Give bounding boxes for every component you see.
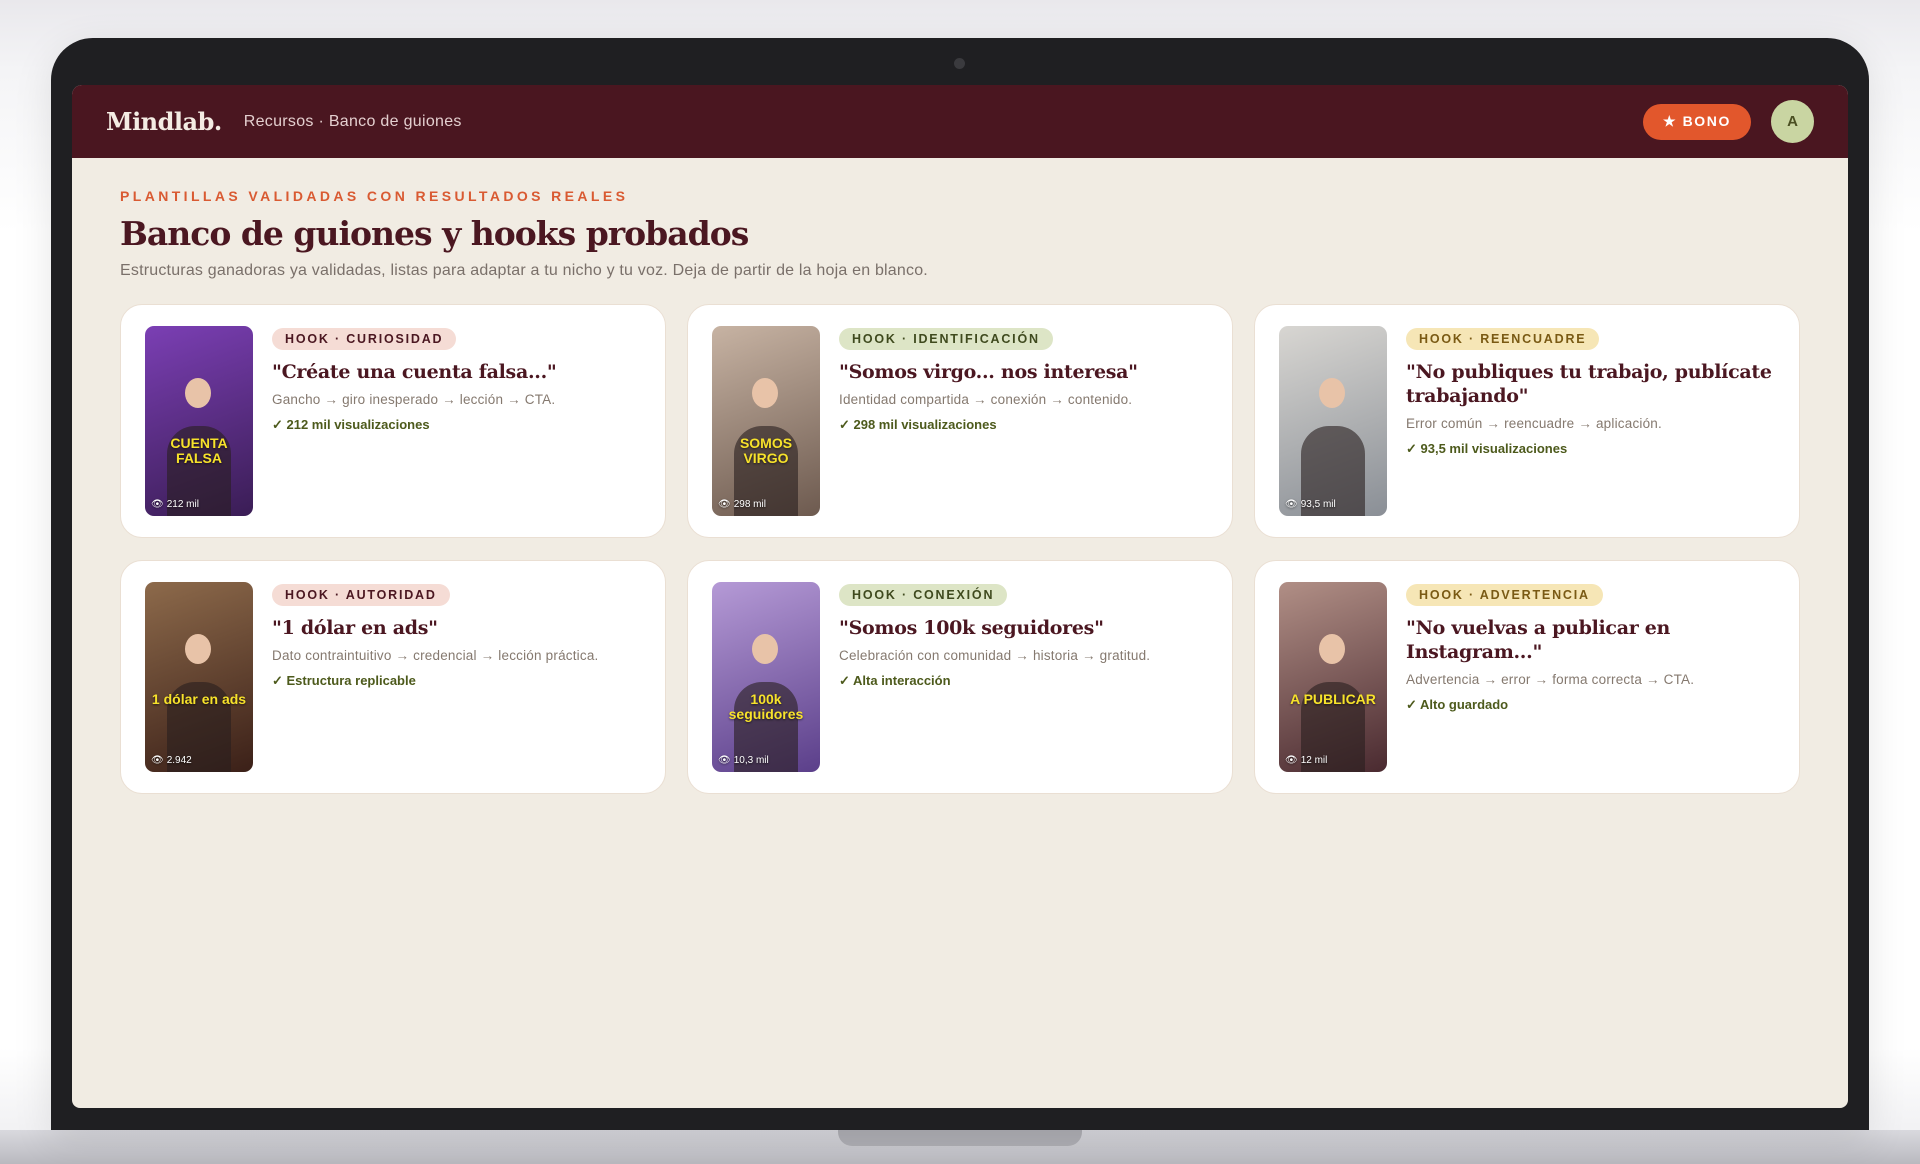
hook-tag: HOOK · CONEXIÓN [839,584,1008,606]
avatar[interactable]: A [1771,100,1814,143]
video-thumbnail[interactable]: 1 dólar en ads 👁︎ 2.942 [145,582,253,772]
thumbnail-views-count: 2.942 [166,755,192,766]
thumbnail-face [1319,378,1345,408]
screen: Mindlab. Recursos · Banco de guiones ★ B… [72,85,1848,1108]
script-card[interactable]: 100k seguidores 👁︎ 10,3 mil HOOK · CONEX… [687,560,1233,794]
card-title: "Créate una cuenta falsa..." [272,361,557,383]
card-info: HOOK · CURIOSIDAD "Créate una cuenta fal… [272,326,641,516]
breadcrumb: Recursos · Banco de guiones [243,112,462,130]
laptop-notch [838,1130,1082,1146]
thumbnail-views-count: 12 mil [1300,755,1328,766]
thumbnail-caption: SOMOS VIRGO [739,435,793,466]
video-thumbnail[interactable]: A PUBLICAR 👁︎ 12 mil [1279,582,1387,772]
hook-tag: HOOK · REENCUADRE [1406,328,1600,350]
video-thumbnail[interactable]: CUENTA FALSA 👁︎ 212 mil [145,326,253,516]
thumbnail-face [752,634,778,664]
card-info: HOOK · IDENTIFICACIÓN "Somos virgo... no… [839,326,1208,516]
card-info: HOOK · ADVERTENCIA "No vuelvas a publica… [1406,582,1775,772]
thumbnail-views: 👁︎ 298 mil [718,499,766,510]
thumbnail-views: 👁︎ 212 mil [151,499,199,510]
eye-icon: 👁︎ [1285,499,1298,510]
card-info: HOOK · AUTORIDAD "1 dólar en ads" Dato c… [272,582,641,772]
bono-button[interactable]: ★ BONO [1642,103,1751,140]
thumbnail-views: 👁︎ 12 mil [1285,755,1327,766]
thumbnail-face [1319,634,1345,664]
script-card[interactable]: 👁︎ 93,5 mil HOOK · REENCUADRE "No publiq… [1254,304,1800,538]
page-subtitle: Estructuras ganadoras ya validadas, list… [120,262,928,279]
hook-tag: HOOK · IDENTIFICACIÓN [839,328,1053,350]
card-result: ✓ 212 mil visualizaciones [272,417,430,432]
thumbnail-views: 👁︎ 2.942 [151,755,192,766]
video-thumbnail[interactable]: SOMOS VIRGO 👁︎ 298 mil [712,326,820,516]
thumbnail-face [752,378,778,408]
card-result: ✓ 298 mil visualizaciones [839,417,997,432]
logo[interactable]: Mindlab. [106,107,222,136]
thumbnail-views-count: 93,5 mil [1300,499,1336,510]
video-thumbnail[interactable]: 100k seguidores 👁︎ 10,3 mil [712,582,820,772]
thumbnail-caption: 1 dólar en ads [151,691,247,707]
hook-tag: HOOK · ADVERTENCIA [1406,584,1603,606]
eye-icon: 👁︎ [718,755,731,766]
card-structure: Celebración con comunidad → historia → g… [839,648,1151,663]
video-thumbnail[interactable]: 👁︎ 93,5 mil [1279,326,1387,516]
card-title: "1 dólar en ads" [272,617,438,639]
eye-icon: 👁︎ [1285,755,1298,766]
card-title: "No vuelvas a publicar en Instagram..." [1406,617,1671,663]
card-structure: Error común → reencuadre → aplicación. [1406,416,1662,431]
thumbnail-caption: A PUBLICAR [1290,691,1376,707]
hook-tag: HOOK · CURIOSIDAD [272,328,457,350]
thumbnail-views: 👁︎ 10,3 mil [718,755,769,766]
thumbnail-views-count: 298 mil [733,499,766,510]
thumbnail-views-count: 212 mil [166,499,199,510]
script-card[interactable]: A PUBLICAR 👁︎ 12 mil HOOK · ADVERTENCIA … [1254,560,1800,794]
thumbnail-face [185,634,211,664]
thumbnail-views: 👁︎ 93,5 mil [1285,499,1336,510]
card-result: ✓ Alto guardado [1406,697,1509,712]
card-structure: Dato contraintuitivo → credencial → lecc… [272,648,599,663]
card-structure: Identidad compartida → conexión → conten… [839,392,1133,407]
card-result: ✓ Alta interacción [839,673,951,688]
page-title: Banco de guiones y hooks probados [120,214,749,253]
card-title: "No publiques tu trabajo, publícate trab… [1406,361,1772,407]
thumbnail-face [185,378,211,408]
card-structure: Gancho → giro inesperado → lección → CTA… [272,392,556,407]
card-result: ✓ 93,5 mil visualizaciones [1406,441,1568,456]
card-title: "Somos virgo... nos interesa" [839,361,1138,383]
eye-icon: 👁︎ [151,755,164,766]
top-bar: Mindlab. Recursos · Banco de guiones ★ B… [72,85,1848,158]
camera-icon [954,58,965,69]
card-title: "Somos 100k seguidores" [839,617,1104,639]
script-card[interactable]: 1 dólar en ads 👁︎ 2.942 HOOK · AUTORIDAD… [120,560,666,794]
main-content: PLANTILLAS VALIDADAS CON RESULTADOS REAL… [72,158,1848,794]
script-card[interactable]: SOMOS VIRGO 👁︎ 298 mil HOOK · IDENTIFICA… [687,304,1233,538]
card-structure: Advertencia → error → forma correcta → C… [1406,672,1695,687]
card-result: ✓ Estructura replicable [272,673,416,688]
eye-icon: 👁︎ [718,499,731,510]
thumbnail-views-count: 10,3 mil [733,755,769,766]
script-card-grid: CUENTA FALSA 👁︎ 212 mil HOOK · CURIOSIDA… [120,304,1800,794]
eye-icon: 👁︎ [151,499,164,510]
card-info: HOOK · REENCUADRE "No publiques tu traba… [1406,326,1775,516]
card-info: HOOK · CONEXIÓN "Somos 100k seguidores" … [839,582,1208,772]
thumbnail-caption: 100k seguidores [728,691,804,722]
hook-tag: HOOK · AUTORIDAD [272,584,450,606]
thumbnail-caption: CUENTA FALSA [170,435,228,466]
script-card[interactable]: CUENTA FALSA 👁︎ 212 mil HOOK · CURIOSIDA… [120,304,666,538]
eyebrow: PLANTILLAS VALIDADAS CON RESULTADOS REAL… [120,188,629,204]
